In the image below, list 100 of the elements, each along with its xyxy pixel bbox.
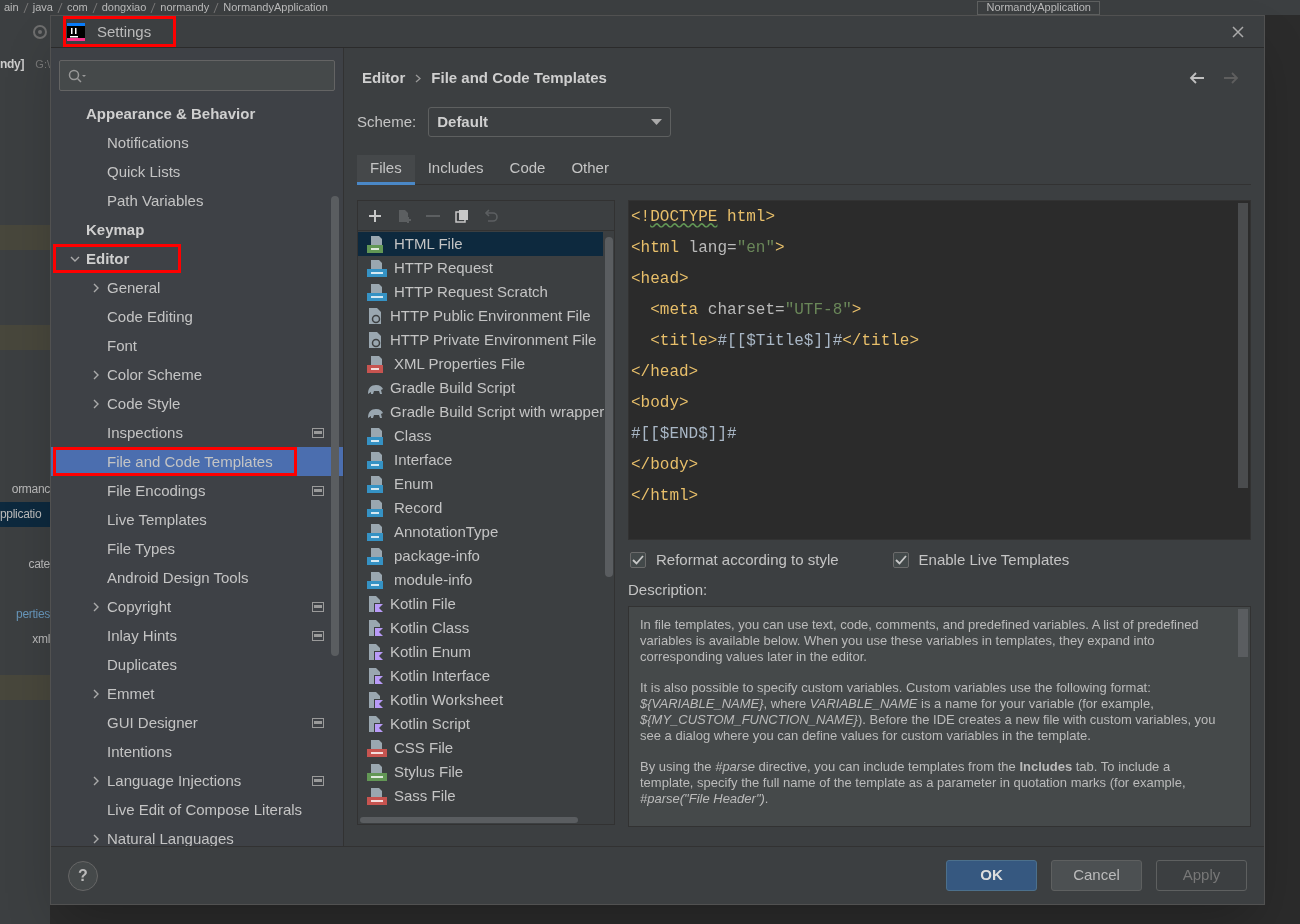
description-text: In file templates, you can use text, code, comments, and predefined variables. A list of predefined variables is available below. When you use these variables in templates, they expand into corresponding values later in the editor. — [640, 617, 1200, 665]
checkbox[interactable]: Enable Live Templates — [892, 548, 1070, 572]
file-icon — [366, 739, 388, 757]
settings-tree-item[interactable]: Inlay Hints — [51, 621, 343, 650]
tree-item[interactable]: pplicatio — [0, 502, 50, 527]
tab[interactable]: Code — [496, 155, 559, 185]
template-list-item[interactable]: Kotlin Interface — [358, 664, 603, 688]
settings-tree-item[interactable]: Live Edit of Compose Literals — [51, 795, 343, 824]
forward-button[interactable] — [1223, 71, 1239, 85]
template-list-item[interactable]: HTTP Public Environment File — [358, 304, 603, 328]
settings-tree-item[interactable]: Copyright — [51, 592, 343, 621]
gear-icon — [32, 24, 48, 40]
settings-tree-item[interactable]: Intentions — [51, 737, 343, 766]
settings-tree-item[interactable]: Emmet — [51, 679, 343, 708]
breadcrumb-item[interactable]: normandy — [160, 2, 210, 13]
code-editor[interactable]: <!DOCTYPE html> <html lang="en"> <head> <meta charset="UTF-8"> <title>#[[$Title$]]#</title> </head> <body> #[[$END$]]# </body> </html> — [628, 200, 1251, 540]
settings-tree-item[interactable]: Path Variables — [51, 186, 343, 215]
scrollbar[interactable] — [1238, 203, 1248, 488]
template-list-item[interactable]: Kotlin File — [358, 592, 603, 616]
settings-tree-item[interactable]: Live Templates — [51, 505, 343, 534]
tree-item[interactable]: xml — [32, 627, 50, 652]
scrollbar[interactable] — [331, 196, 339, 656]
template-list-item[interactable]: Enum — [358, 472, 603, 496]
settings-tree-item[interactable]: Language Injections — [51, 766, 343, 795]
breadcrumb-item[interactable]: Editor — [362, 66, 406, 90]
search-field[interactable] — [59, 60, 335, 91]
description-text: By using the #parse directive, you can include templates from the Includes tab. To include a template, specify the full name of the template as a parameter in quotation marks (for example, #parse("File Header"). — [640, 759, 1187, 807]
settings-tree-item[interactable]: Android Design Tools — [51, 563, 343, 592]
tab[interactable]: Includes — [414, 155, 497, 185]
template-list-item[interactable]: Stylus File — [358, 760, 603, 784]
scrollbar[interactable] — [605, 237, 613, 577]
template-list-item[interactable]: HTTP Request — [358, 256, 603, 280]
settings-tree-item[interactable]: Font — [51, 331, 343, 360]
checkbox[interactable]: Reformat according to style — [630, 548, 839, 572]
settings-file-icon — [366, 307, 384, 325]
template-list-item[interactable]: HTTP Request Scratch — [358, 280, 603, 304]
code-line: #[[$END$]]# — [631, 424, 738, 445]
help-button[interactable]: ? — [68, 860, 98, 891]
app-logo-icon — [67, 22, 85, 41]
template-list-item[interactable]: Kotlin Script — [358, 712, 603, 736]
template-list-item[interactable]: XML Properties File — [358, 352, 603, 376]
settings-tree-item[interactable]: Keymap — [51, 215, 343, 244]
template-list-item[interactable]: HTML File — [358, 232, 603, 256]
template-list-item[interactable]: Kotlin Worksheet — [358, 688, 603, 712]
breadcrumb-item[interactable]: File and Code Templates — [431, 66, 607, 90]
tree-item[interactable]: perties — [16, 602, 50, 627]
settings-tree-item[interactable]: GUI Designer — [51, 708, 343, 737]
template-list-item[interactable]: Gradle Build Script with wrapper — [358, 400, 603, 424]
scheme-dropdown[interactable]: Default — [428, 107, 672, 137]
template-list-item[interactable]: Class — [358, 424, 603, 448]
slash-icon — [22, 2, 29, 13]
settings-tree-item[interactable]: Appearance & Behavior — [51, 99, 343, 128]
settings-tree-item[interactable]: Editor — [51, 244, 343, 273]
tab[interactable]: Other — [558, 155, 622, 185]
close-icon — [1232, 25, 1244, 38]
copy-icon[interactable] — [455, 208, 469, 223]
breadcrumb-item[interactable]: NormandyApplication — [223, 2, 328, 13]
dialog-button[interactable]: Cancel — [1051, 860, 1142, 891]
template-list-item[interactable]: Sass File — [358, 784, 603, 808]
settings-tree-item[interactable]: Notifications — [51, 128, 343, 157]
template-list-item[interactable]: AnnotationType — [358, 520, 603, 544]
breadcrumb-item[interactable]: ain — [4, 2, 19, 13]
template-list-item[interactable]: HTTP Private Environment File — [358, 328, 603, 352]
settings-tree-item[interactable]: Quick Lists — [51, 157, 343, 186]
breadcrumb-item[interactable]: java — [32, 2, 53, 13]
settings-tree-item[interactable]: File Encodings — [51, 476, 343, 505]
settings-tree-item[interactable]: File Types — [51, 534, 343, 563]
tab[interactable]: Files — [357, 155, 415, 185]
check-icon — [632, 555, 644, 565]
settings-tree-item[interactable]: Code Editing — [51, 302, 343, 331]
scrollbar[interactable] — [360, 817, 578, 823]
settings-tree-item[interactable]: Color Scheme — [51, 360, 343, 389]
search-icon — [68, 68, 86, 83]
run-configuration-selector[interactable]: NormandyApplication — [977, 0, 1100, 15]
kotlin-file-icon — [366, 667, 384, 685]
tree-item[interactable]: ormanc — [11, 477, 50, 502]
back-button[interactable] — [1189, 71, 1205, 85]
tree-item[interactable]: cate — [28, 552, 50, 577]
template-list-item[interactable]: CSS File — [358, 736, 603, 760]
code-line: </head> — [631, 362, 700, 383]
template-list-item[interactable]: Record — [358, 496, 603, 520]
template-list-item[interactable]: Interface — [358, 448, 603, 472]
template-list-item[interactable]: Gradle Build Script — [358, 376, 603, 400]
code-line: <!DOCTYPE html> — [631, 207, 777, 228]
settings-tree-item[interactable]: Natural Languages — [51, 824, 343, 846]
settings-tree-item[interactable]: Code Style — [51, 389, 343, 418]
template-list-item[interactable]: Kotlin Class — [358, 616, 603, 640]
plus-icon[interactable] — [368, 208, 382, 223]
template-list-item[interactable]: package-info — [358, 544, 603, 568]
breadcrumb-item[interactable]: com — [66, 2, 88, 13]
breadcrumb-item[interactable]: dongxiao — [101, 2, 147, 13]
kotlin-file-icon — [366, 595, 384, 613]
template-list-item[interactable]: module-info — [358, 568, 603, 592]
settings-tree-item[interactable]: Inspections — [51, 418, 343, 447]
settings-tree-item[interactable]: Duplicates — [51, 650, 343, 679]
settings-tree-item[interactable]: General — [51, 273, 343, 302]
dialog-button[interactable]: OK — [946, 860, 1037, 891]
template-list-item[interactable]: Kotlin Enum — [358, 640, 603, 664]
tree-item[interactable]: ndy] — [0, 52, 25, 77]
file-icon — [366, 283, 388, 301]
